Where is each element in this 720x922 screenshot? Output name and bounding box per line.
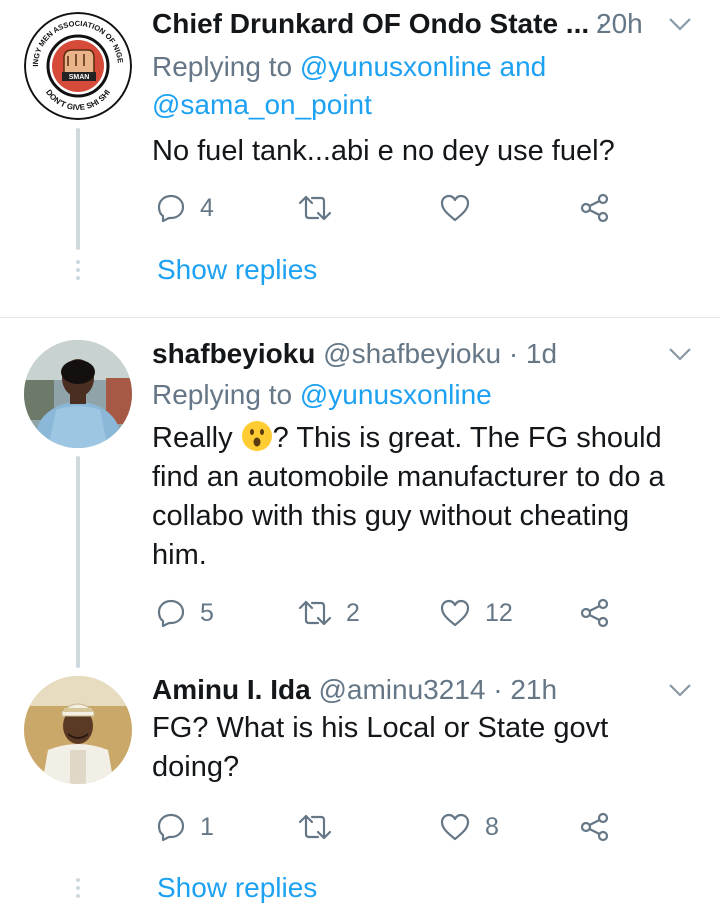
tweet-header: shafbeyioku @shafbeyioku · 1d bbox=[152, 334, 660, 374]
reply-icon bbox=[157, 599, 185, 628]
thread-dots bbox=[76, 260, 80, 284]
show-replies-link[interactable]: Show replies bbox=[157, 868, 317, 908]
reply-count: 4 bbox=[200, 193, 214, 222]
replying-to: Replying to @yunusxonline bbox=[152, 376, 700, 414]
tweet-header: Chief Drunkard OF Ondo State ... · bbox=[152, 4, 608, 44]
tweet-1[interactable]: SMAN STINGY MEN ASSOCIATION OF NIGERIA D… bbox=[0, 0, 720, 318]
chevron-down-icon[interactable] bbox=[666, 10, 694, 38]
reply-button[interactable]: 5 bbox=[156, 591, 214, 635]
chevron-down-icon[interactable] bbox=[666, 340, 694, 368]
tweet-text: Really ? This is great. The FG should fi… bbox=[152, 419, 700, 575]
tweet-text: No fuel tank...abi e no dey use fuel? bbox=[152, 135, 615, 167]
handle[interactable]: @aminu3214 bbox=[318, 674, 485, 705]
display-name[interactable]: shafbeyioku bbox=[152, 338, 315, 369]
retweet-button[interactable]: 2 bbox=[298, 591, 360, 635]
replying-to: Replying to @yunusxonline and @sama_on_p… bbox=[152, 48, 700, 124]
like-button[interactable] bbox=[439, 186, 485, 230]
tweet-actions: 5 2 12 bbox=[152, 591, 622, 635]
retweet-button[interactable] bbox=[298, 186, 346, 230]
retweet-icon bbox=[298, 814, 332, 840]
thread-line bbox=[76, 128, 80, 250]
display-name[interactable]: Aminu I. Ida bbox=[152, 674, 311, 705]
display-name[interactable]: Chief Drunkard OF Ondo State ... bbox=[152, 8, 589, 39]
text-line: find an automobile manufacturer to do a bbox=[152, 461, 665, 493]
profile-photo bbox=[24, 340, 132, 448]
timestamp[interactable]: 1d bbox=[526, 338, 557, 369]
share-icon bbox=[580, 193, 609, 223]
stingy-men-logo: SMAN STINGY MEN ASSOCIATION OF NIGERIA D… bbox=[24, 12, 132, 120]
like-count: 12 bbox=[485, 598, 513, 627]
tweet-actions: 4 bbox=[152, 186, 622, 230]
replying-prefix: Replying to bbox=[152, 379, 300, 410]
retweet-count: 2 bbox=[346, 598, 360, 627]
text-line: collabo with this guy without cheating bbox=[152, 500, 630, 532]
heart-icon bbox=[440, 194, 470, 222]
show-replies-link[interactable]: Show replies bbox=[157, 250, 317, 290]
mention-link[interactable]: @sama_on_point bbox=[152, 89, 372, 120]
mention-link[interactable]: @yunusxonline bbox=[300, 379, 492, 410]
text-line: FG? What is his Local or State govt bbox=[152, 712, 609, 744]
share-button[interactable] bbox=[579, 186, 611, 230]
retweet-icon bbox=[298, 195, 332, 221]
heart-icon bbox=[440, 599, 470, 627]
thread-dots bbox=[76, 878, 80, 902]
text-segment: Really bbox=[152, 422, 241, 454]
like-count: 8 bbox=[485, 812, 499, 841]
share-icon bbox=[580, 812, 609, 842]
chevron-down-icon[interactable] bbox=[666, 676, 694, 704]
share-button[interactable] bbox=[579, 591, 611, 635]
reply-button[interactable]: 4 bbox=[156, 186, 214, 230]
like-button[interactable]: 12 bbox=[439, 591, 513, 635]
mention-link[interactable]: @yunusxonline and bbox=[300, 51, 546, 82]
text-segment: ? This is great. The FG should bbox=[272, 422, 662, 454]
tweet-text: FG? What is his Local or State govt doin… bbox=[152, 709, 700, 787]
text-line: doing? bbox=[152, 751, 240, 783]
tweet-2[interactable]: shafbeyioku @shafbeyioku · 1d Replying t… bbox=[0, 318, 720, 668]
text-line: him. bbox=[152, 539, 207, 571]
replying-prefix: Replying to bbox=[152, 51, 300, 82]
profile-photo bbox=[24, 676, 132, 784]
reply-icon bbox=[157, 194, 185, 223]
heart-icon bbox=[440, 813, 470, 841]
separator: · bbox=[493, 674, 503, 705]
tweet-actions: 1 8 bbox=[152, 805, 622, 849]
tweet-header: Aminu I. Ida @aminu3214 · 21h bbox=[152, 670, 660, 710]
retweet-button[interactable] bbox=[298, 805, 346, 849]
tweet-3[interactable]: Aminu I. Ida @aminu3214 · 21h FG? What i… bbox=[0, 658, 720, 922]
separator: · bbox=[508, 338, 519, 369]
avatar[interactable] bbox=[24, 340, 132, 448]
reply-icon bbox=[157, 813, 185, 842]
timestamp[interactable]: 20h bbox=[596, 4, 643, 44]
avatar[interactable] bbox=[24, 676, 132, 784]
share-button[interactable] bbox=[579, 805, 611, 849]
svg-text:SMAN: SMAN bbox=[69, 74, 90, 81]
reply-count: 5 bbox=[200, 598, 214, 627]
handle[interactable]: @shafbeyioku bbox=[323, 338, 501, 369]
avatar[interactable]: SMAN STINGY MEN ASSOCIATION OF NIGERIA D… bbox=[24, 12, 132, 120]
reply-button[interactable]: 1 bbox=[156, 805, 214, 849]
thread-line bbox=[76, 456, 80, 668]
reply-count: 1 bbox=[200, 812, 214, 841]
share-icon bbox=[580, 598, 609, 628]
timestamp[interactable]: 21h bbox=[510, 674, 557, 705]
retweet-icon bbox=[298, 600, 332, 626]
like-button[interactable]: 8 bbox=[439, 805, 499, 849]
surprised-face-emoji bbox=[241, 421, 272, 451]
